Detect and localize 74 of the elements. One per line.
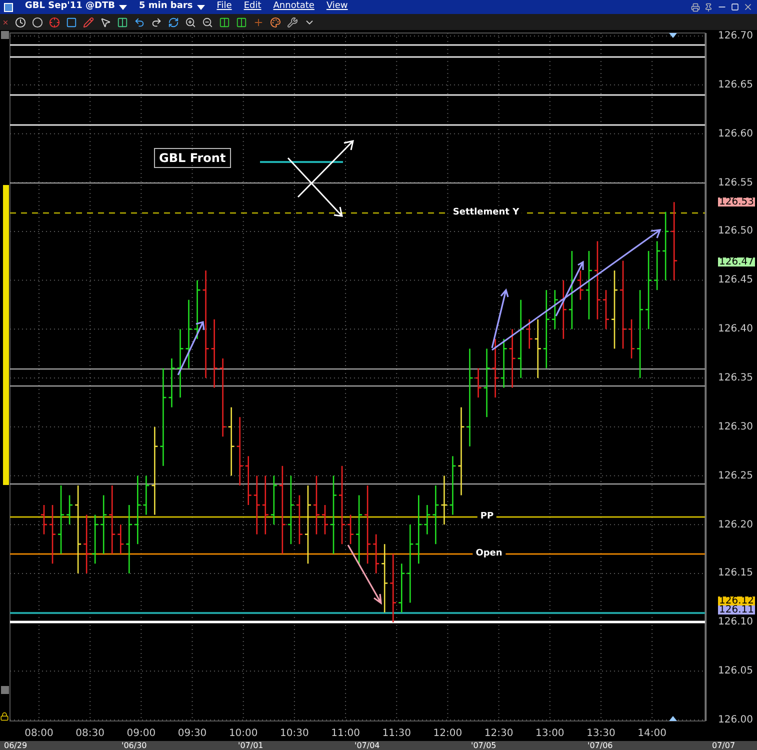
date-label: '06/30 — [122, 741, 147, 750]
time-axis-label: 11:30 — [382, 727, 412, 741]
trend-arrow — [347, 544, 382, 605]
time-axis-label: 08:30 — [76, 727, 104, 741]
menu-item[interactable]: Annotate — [273, 0, 314, 14]
price-axis-label: 126.45 — [718, 274, 753, 286]
annotation-label: GBL Front — [154, 148, 231, 168]
zoom-in-icon[interactable] — [185, 16, 196, 28]
time-axis-label: 08:00 — [24, 727, 54, 741]
pencil-icon[interactable] — [83, 16, 94, 28]
menu-item[interactable]: Edit — [244, 0, 262, 14]
date-label: 07/07 — [712, 741, 736, 750]
clock-icon[interactable] — [15, 16, 26, 28]
price-axis-label: 126.70 — [718, 30, 753, 42]
level-label: Settlement Y — [450, 208, 522, 218]
time-axis-label: 14:00 — [638, 727, 666, 741]
marker-triangle-icon[interactable] — [669, 716, 677, 721]
time-axis-label: 10:30 — [280, 727, 309, 741]
printer-icon[interactable] — [691, 2, 700, 12]
pin-icon[interactable] — [704, 2, 713, 12]
close-icon[interactable] — [2, 18, 9, 26]
price-axis-label: 126.50 — [718, 226, 753, 237]
price-axis-label: 126.10 — [718, 616, 753, 628]
circle-icon[interactable] — [32, 16, 43, 28]
maximize-icon[interactable] — [731, 3, 739, 11]
price-axis-label: 126.60 — [718, 128, 753, 140]
date-label: '07/06 — [588, 741, 613, 750]
square-icon[interactable] — [66, 16, 77, 28]
marker-triangle-icon[interactable] — [669, 33, 677, 38]
time-axis-label: 11:00 — [331, 727, 360, 741]
price-tag: 126.12 — [718, 596, 755, 606]
zoom-out-icon[interactable] — [202, 16, 213, 28]
palette-icon[interactable] — [270, 16, 281, 28]
level-label: Open — [472, 548, 506, 560]
time-axis-label: 13:00 — [535, 727, 564, 741]
price-axis-label: 126.30 — [718, 421, 753, 432]
price-axis-label: 126.55 — [718, 177, 753, 188]
menu-item[interactable]: File — [216, 0, 232, 14]
time-axis-label: 12:00 — [433, 727, 462, 741]
date-label: '07/05 — [471, 741, 496, 750]
time-axis-label: 10:00 — [228, 727, 258, 741]
date-label: 06/29 — [4, 741, 28, 750]
close-icon[interactable] — [743, 2, 753, 12]
price-axis-label: 126.00 — [718, 714, 753, 726]
lock-icon[interactable] — [0, 712, 9, 721]
redo-icon[interactable] — [151, 16, 162, 28]
price-tag: 126.53 — [718, 198, 755, 206]
price-axis-label: 126.25 — [718, 470, 753, 482]
price-axis-label: 126.15 — [718, 568, 753, 579]
date-label: '07/04 — [354, 741, 380, 750]
split-icon[interactable] — [219, 16, 230, 28]
price-axis-label: 126.05 — [718, 666, 753, 677]
crosshair-icon[interactable] — [49, 16, 60, 28]
refresh-icon[interactable] — [168, 16, 179, 28]
price-axis-label: 126.35 — [718, 372, 753, 384]
time-axis-label: 09:30 — [178, 727, 207, 741]
time-axis-label: 12:30 — [484, 727, 514, 741]
price-tag: 126.11 — [718, 606, 755, 614]
time-axis-label: 13:30 — [586, 727, 616, 741]
menu-item[interactable]: View — [326, 0, 348, 14]
time-axis-label: 09:00 — [126, 727, 156, 741]
date-label: '07/01 — [238, 741, 264, 750]
chart-icon — [4, 2, 13, 12]
plus-icon[interactable] — [253, 16, 264, 28]
cursor-icon[interactable] — [100, 16, 111, 28]
price-axis-label: 126.20 — [718, 519, 753, 530]
price-tag: 126.47 — [718, 258, 755, 266]
vertical-scroll-thumb[interactable] — [3, 185, 9, 485]
split-icon[interactable] — [236, 16, 247, 28]
columns-icon[interactable] — [117, 16, 128, 28]
undo-icon[interactable] — [134, 16, 145, 28]
wrench-icon[interactable] — [287, 16, 298, 28]
price-axis-label: 126.65 — [718, 79, 753, 90]
price-axis-label: 126.40 — [718, 324, 753, 335]
